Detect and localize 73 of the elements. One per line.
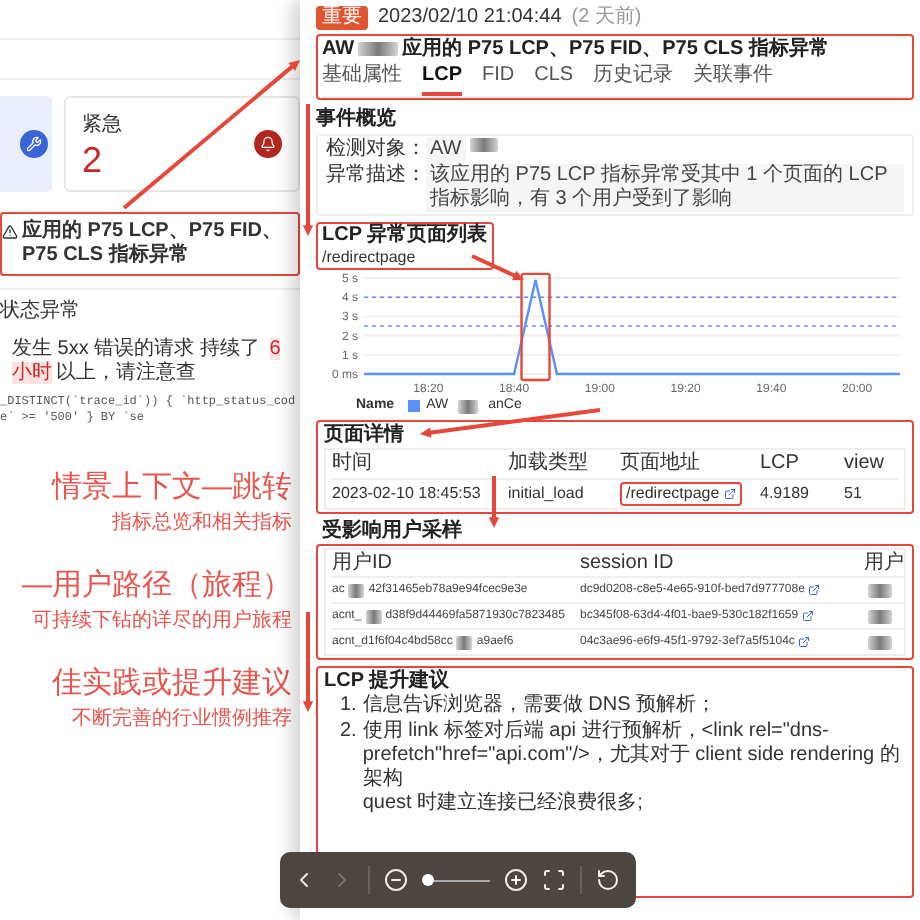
zoom-in-icon: [504, 868, 528, 892]
annotation-title: —用户路径（旅程）: [22, 568, 292, 604]
tab[interactable]: 关联事件: [693, 62, 774, 96]
external-link-icon: [723, 488, 736, 500]
alert-title: 应用的 P75 LCP、P75 FID、P75 CLS 指标异常: [22, 220, 285, 268]
time-ago: (2 天前): [571, 6, 642, 30]
highlight-frame: [520, 272, 551, 382]
card-label: 紧急: [82, 111, 122, 139]
card-count: 2: [82, 139, 105, 179]
column-header: 用户: [864, 550, 904, 576]
section-heading: 页面详情: [324, 422, 404, 448]
table-cell: 51: [844, 484, 862, 504]
section-heading: LCP 异常页面列表: [322, 224, 488, 248]
tab[interactable]: 历史记录: [593, 62, 674, 96]
event-time: 2023/02/10 21:04:44: [378, 6, 562, 30]
column-header: 时间: [332, 450, 374, 478]
tab[interactable]: CLS: [534, 62, 574, 96]
redacted-block: [868, 583, 892, 597]
section-heading: LCP 提升建议: [324, 668, 452, 693]
zoom-in-button[interactable]: [504, 868, 528, 892]
zoom-out-button[interactable]: [384, 868, 408, 892]
title-prefix: AW: [322, 36, 355, 62]
rotate-button[interactable]: [596, 868, 620, 892]
annotation-subtitle: 指标总览和相关指标: [112, 512, 292, 536]
tab[interactable]: 基础属性: [322, 62, 402, 96]
rotate-icon: [596, 868, 620, 892]
field-label: 检测对象：: [326, 138, 426, 162]
column-header: 加载类型: [508, 450, 590, 478]
column-header: 用户ID: [332, 550, 394, 576]
table-cell: 4.9189: [760, 484, 809, 504]
annotation-title: 情景上下文—跳转: [52, 470, 292, 506]
field-value: AW: [426, 138, 466, 162]
section-heading: 受影响用户采样: [320, 518, 464, 544]
redacted-block: [358, 42, 399, 56]
external-link-icon: [802, 610, 815, 622]
page-path: /redirectpage: [322, 248, 418, 268]
advice-text: 信息告诉浏览器，需要做 DNS 预解析；: [362, 694, 717, 718]
slider-thumb[interactable]: [422, 874, 435, 886]
column-header: LCP: [760, 450, 801, 478]
annotation-title: 佳实践或提升建议: [52, 666, 292, 702]
external-link-icon: [808, 584, 821, 596]
tab[interactable]: FID: [482, 62, 515, 96]
alarm-icon: [254, 130, 282, 158]
column-header: view: [844, 450, 887, 478]
annotation-subtitle: 可持续下钻的详尽的用户旅程: [32, 610, 292, 634]
redacted-block: [868, 635, 892, 649]
fit-screen-icon: [542, 868, 566, 892]
field-value: 该应用的 P75 LCP 指标异常受其中 1 个页面的 LCP 指标影响，有 3 个用户受到了影响: [426, 164, 904, 212]
page-link[interactable]: /redirectpage: [620, 482, 742, 506]
warning-icon: [2, 224, 18, 240]
table-cell: initial_load: [508, 484, 584, 504]
tab[interactable]: LCP: [422, 62, 462, 96]
zoom-slider[interactable]: [422, 874, 490, 886]
alert-message: 发生 5xx 错误的请求 持续了 6 小时 以上，请注意查: [10, 338, 283, 386]
redacted-block: [469, 138, 498, 152]
column-header: session ID: [580, 550, 676, 576]
redacted-block: [458, 399, 479, 413]
redacted-block: [456, 635, 473, 649]
column-header: 页面地址: [620, 450, 702, 478]
tool-icon: [20, 130, 48, 158]
table-cell: 2023-02-10 18:45:53: [332, 484, 481, 504]
section-heading: 事件概览: [316, 106, 398, 132]
drawer-title: 应用的 P75 LCP、P75 FID、P75 CLS 指标异常: [402, 36, 829, 62]
zoom-out-icon: [384, 868, 408, 892]
fit-screen-button[interactable]: [542, 868, 566, 892]
severity-badge: 重要: [316, 6, 368, 30]
annotation-subtitle: 不断完善的行业惯例推荐: [72, 708, 292, 732]
advice-text: quest 时建立连接已经浪费很多;: [362, 792, 645, 816]
redacted-block: [868, 609, 892, 623]
list-number: 2.: [340, 720, 357, 746]
external-link-icon: [798, 636, 811, 648]
field-label: 异常描述：: [326, 164, 426, 188]
list-number: 1.: [340, 694, 357, 718]
